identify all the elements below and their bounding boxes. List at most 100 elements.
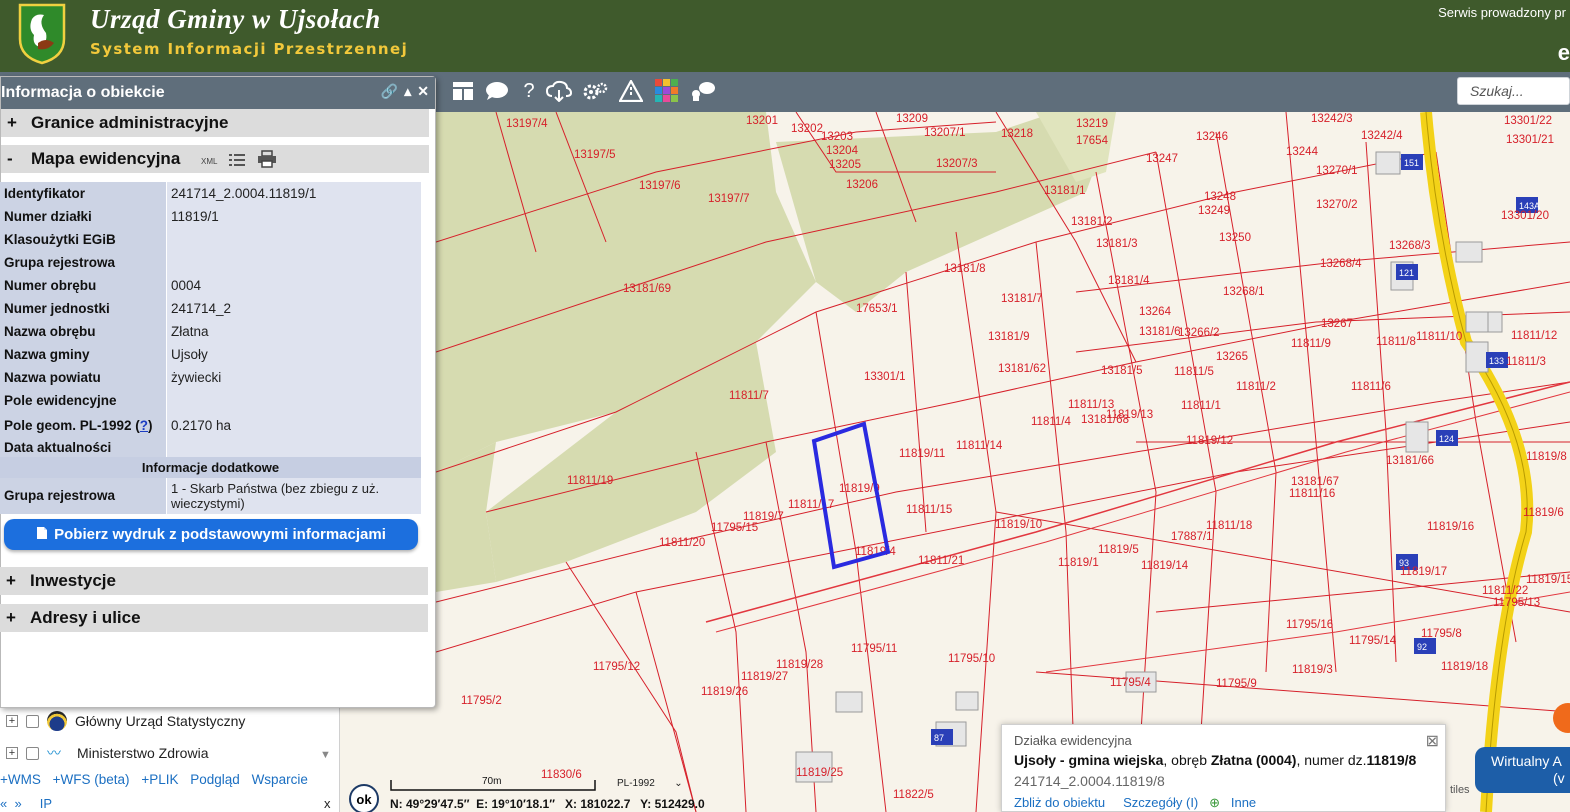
warning-road-icon[interactable] [618,78,644,104]
zoom-to-object-link[interactable]: Zbliż do obiektu [1014,795,1105,810]
building-number-label: 92 [1417,642,1427,652]
parcel-number-label: 11795/9 [1216,678,1257,690]
parcel-number-label: 13249 [1198,205,1230,217]
layer-label: Ministerstwo Zdrowia [77,745,209,761]
parcel-number-label: 11795/13 [1493,597,1540,609]
site-title: Urząd Gminy w Ujsołach [90,4,381,34]
attr-row: Pole geom. PL-1992 (?) 0.2170 ha [0,412,421,434]
parcel-number-label: 13247 [1146,153,1178,165]
parcel-number-label: 13266/2 [1178,327,1220,339]
building [835,691,863,713]
nav-next[interactable]: » [14,796,21,811]
download-printout-button[interactable]: Pobierz wydruk z podstawowymi informacja… [4,519,418,550]
parcel-number-label: 13246 [1196,131,1228,143]
nav-prev[interactable]: « [0,796,7,811]
virtual-assistant-button[interactable]: Wirtualny A (v [1475,747,1570,793]
color-grid-icon[interactable] [654,78,680,104]
collapse-icon[interactable]: ▴ [404,83,411,100]
building [1465,341,1489,373]
popup-identifier: 241714_2.0004.11819/8 [1014,773,1165,789]
support-link[interactable]: Wsparcie [252,772,308,787]
parcel-boundary [905,271,927,533]
section-adresy[interactable]: + Adresy i ulice [0,604,428,632]
parcel-number-label: 13248 [1204,191,1236,203]
help-link[interactable]: ? [140,418,148,433]
link-icon[interactable]: 🔗 [381,83,398,100]
close-link[interactable]: x [324,796,331,811]
parcel-number-label: 11822/5 [893,789,934,801]
ok-button[interactable]: ok [349,784,379,812]
parcel-number-label: 13197/6 [639,180,681,192]
parcel-number-label: 11811/20 [659,537,705,549]
attr-row: Numer obrębu 0004 [0,274,421,297]
section-mapa[interactable]: - Mapa ewidencyjna XML [1,145,429,173]
layout-icon[interactable] [450,78,476,104]
parcel-number-label: 11819/13 [1106,409,1153,421]
preview-link[interactable]: Podgląd [190,772,240,787]
expand-icon[interactable]: + [6,747,18,759]
scroll-down-icon[interactable]: ▼ [320,749,331,761]
parcel-number-label: 13181/69 [623,283,671,295]
building-number-label: 151 [1404,158,1419,168]
building-number-label: 121 [1399,268,1414,278]
app-header: Urząd Gminy w Ujsołach System Informacji… [0,0,1570,72]
comment-icon[interactable] [484,78,510,104]
add-file-link[interactable]: +PLIK [141,772,178,787]
add-wfs-link[interactable]: +WFS (beta) [53,772,130,787]
close-icon[interactable]: ⊠ [1426,731,1439,751]
crs-select[interactable]: PL-1992 ⌄ [617,778,683,789]
parcel-number-label: 11819/28 [776,659,823,671]
section-granice[interactable]: + Granice administracyjne [1,109,429,137]
cloud-download-icon[interactable] [546,78,572,104]
parcel-number-label: 13205 [829,159,861,171]
section-inwestycje[interactable]: + Inwestycje [0,567,428,595]
layer-nav: « » IP x [0,796,331,811]
parcel-boundary [1365,141,1397,663]
site-subtitle: System Informacji Przestrzennej [90,40,409,58]
help-icon[interactable]: ? [516,78,542,104]
layer-label: Główny Urząd Statystyczny [75,713,246,729]
print-icon[interactable] [257,150,277,173]
layer-item[interactable]: + 〰 Ministerstwo Zdrowia [6,742,208,764]
chat-icon[interactable] [690,78,716,104]
layer-tools: +WMS +WFS (beta) +PLIK Podgląd Wsparcie [0,772,316,787]
settings-icon[interactable] [582,78,608,104]
plus-circle-icon[interactable]: ⊕ [1209,795,1220,810]
parcel-number-label: 11795/11 [851,643,897,655]
parcel-number-label: 13268/1 [1223,286,1265,298]
layer-item[interactable]: + Główny Urząd Statystyczny [6,710,245,732]
parcel-number-label: 13181/4 [1108,275,1150,287]
gus-icon [47,711,67,731]
add-wms-link[interactable]: +WMS [0,772,41,787]
extra-info-header: Informacje dodatkowe [0,457,421,478]
panel-header[interactable]: Informacja o obiekcie 🔗 ▴ ✕ [1,77,435,109]
expand-icon[interactable]: + [6,715,18,727]
attr-row: Numer działki 11819/1 [0,205,421,228]
parcel-number-label: 11819/5 [1098,544,1139,556]
parcel-number-label: 13301/1 [864,371,906,383]
parcel-number-label: 11811/14 [956,440,1003,452]
xml-icon[interactable]: XML [201,157,217,166]
search-input[interactable]: Szukaj... [1457,77,1570,105]
parcel-number-label: 11811/10 [1416,331,1462,343]
other-link[interactable]: Inne [1231,795,1256,810]
partner-logo[interactable]: e [1558,40,1570,66]
ip-link[interactable]: IP [40,796,52,811]
scale-bar: 70m [390,776,600,792]
attr-row: Data aktualności [0,434,421,457]
layer-checkbox[interactable] [26,746,39,760]
parcel-number-label: 13197/4 [506,118,548,130]
parcel-number-label: 13250 [1219,232,1251,244]
attr-row: Nazwa obrębu Złatna [0,320,421,343]
parcel-number-label: 13197/7 [708,193,750,205]
section-label: Mapa ewidencyjna [31,149,181,168]
parcel-number-label: 11811/7 [729,390,769,402]
close-icon[interactable]: ✕ [417,83,429,100]
attribute-table: Identyfikator 241714_2.0004.11819/1 Numer… [0,182,421,514]
building [1375,151,1401,175]
list-icon[interactable] [229,152,246,172]
details-link[interactable]: Szczegóły (I) [1123,795,1198,810]
layer-checkbox[interactable] [26,714,39,728]
map-canvas[interactable]: 151 143A 121 133 124 93 92 87 13197/4 13201 13202… [436,112,1570,812]
popup-actions: Zbliż do obiektu Szczegóły (I) ⊕ Inne [1014,795,1256,811]
